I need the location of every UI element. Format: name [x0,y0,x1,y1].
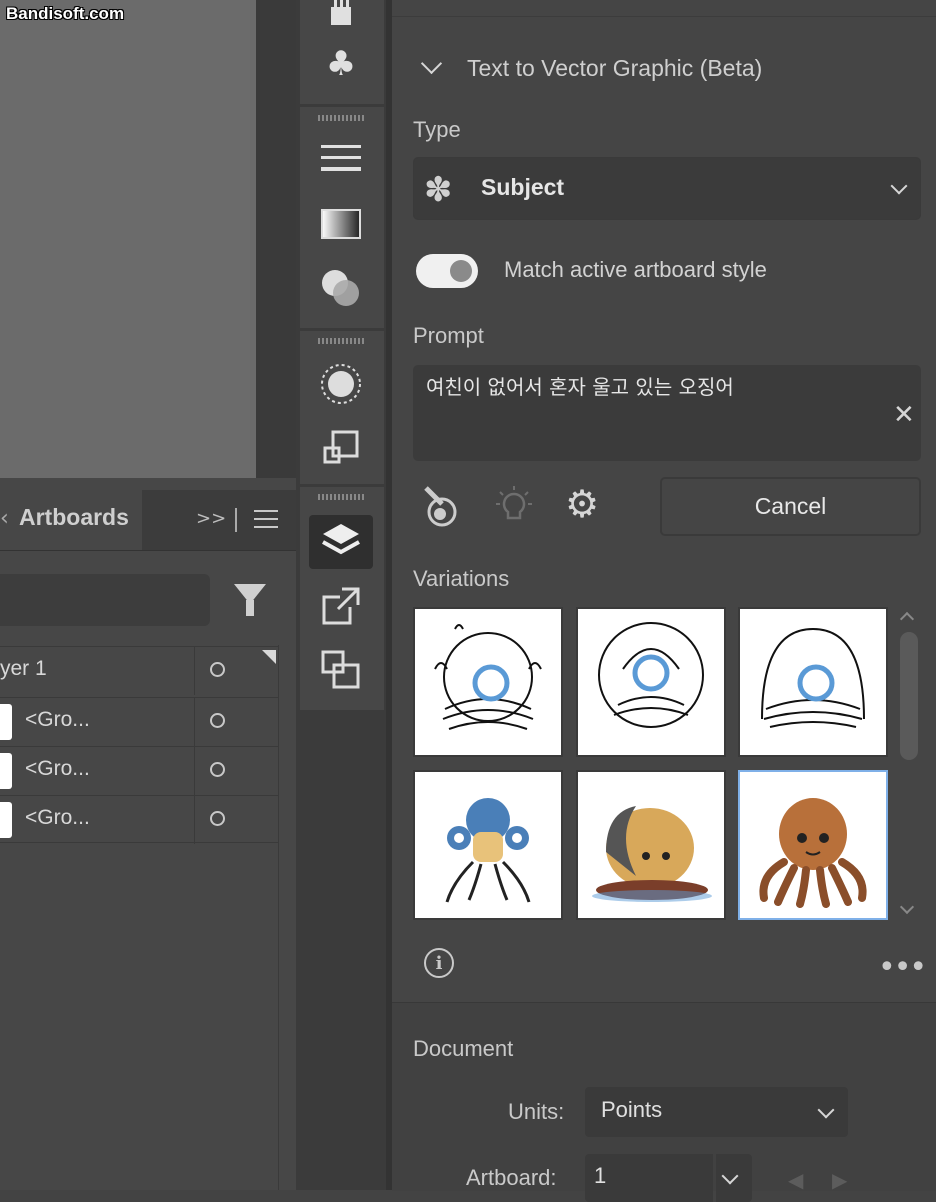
info-icon[interactable]: i [424,948,454,978]
tab-divider [235,508,237,532]
subject-icon: ✽ [424,170,453,210]
transform-icon[interactable] [318,426,364,470]
layer-name: yer 1 [0,657,47,680]
style-picker-icon[interactable] [420,484,464,537]
gear-icon[interactable]: ⚙ [565,482,599,526]
scroll-down-icon[interactable] [899,899,915,915]
artboard-canvas[interactable] [0,0,256,478]
row-divider [194,747,195,795]
sublayer-name: <Gro... [25,757,90,780]
row-divider [194,698,195,746]
gradient-icon[interactable] [318,202,364,246]
transparency-icon[interactable] [318,266,364,310]
document-title: Document [413,1036,514,1061]
lightbulb-icon [494,484,534,537]
target-circle-icon[interactable] [210,811,225,826]
row-divider [194,796,195,844]
dock-separator [300,328,384,331]
previous-artboard-icon[interactable]: ◀ [788,1168,803,1192]
layers-search-input[interactable] [0,574,210,626]
row-divider [0,842,278,843]
export-icon[interactable] [318,584,364,628]
scrollbar-thumb[interactable] [900,632,918,760]
appearance-icon[interactable] [318,362,364,406]
canvas-pasteboard [256,0,296,478]
more-options-icon[interactable]: ••• [878,950,927,985]
type-selected-value: Subject [481,174,565,200]
variation-tile[interactable] [413,607,563,757]
clear-icon[interactable]: ✕ [893,400,915,430]
dock-separator [300,484,384,487]
artboard-label: Artboard: [466,1165,557,1190]
row-divider [194,647,195,695]
tab-scroll-left-icon[interactable]: ‹ [0,506,9,531]
next-artboard-icon[interactable]: ▶ [832,1168,847,1192]
sublayer-name: <Gro... [25,806,90,829]
units-value: Points [601,1097,663,1122]
target-circle-icon[interactable] [210,762,225,777]
toggle-knob [450,260,472,282]
symbols-icon[interactable]: ♣ [318,42,364,86]
layer-thumbnail [0,704,12,740]
artboard-value[interactable]: 1 [594,1163,606,1189]
layer-thumbnail [0,802,12,838]
filter-icon-stem [246,600,254,616]
variation-tile[interactable] [413,770,563,920]
sublayer-row[interactable]: <Gro... [0,795,278,844]
sublayer-name: <Gro... [25,708,90,731]
dock-separator [300,104,384,107]
units-label: Units: [508,1099,565,1124]
variations-label: Variations [413,566,510,591]
watermark: Bandisoft.com [6,4,125,23]
sublayer-row[interactable]: <Gro... [0,746,278,795]
brush-icon[interactable] [318,0,364,34]
panel-divider [392,16,936,17]
variation-tile[interactable] [738,607,888,757]
target-circle-icon[interactable] [210,662,225,677]
prompt-label: Prompt [413,323,484,348]
cancel-button[interactable]: Cancel [660,477,921,536]
panel-border [278,645,279,1190]
scroll-up-icon[interactable] [899,611,915,627]
section-title[interactable]: Text to Vector Graphic (Beta) [467,55,762,82]
artboards-icon[interactable] [318,648,364,692]
panel-menu-icon[interactable] [254,510,278,534]
layer-row[interactable]: yer 1 [0,646,278,695]
selection-indicator-icon [262,650,276,664]
sublayer-row[interactable]: <Gro... [0,697,278,746]
variation-tile-selected[interactable] [738,770,888,920]
dock-grip[interactable] [318,115,364,121]
layer-thumbnail [0,753,12,789]
target-circle-icon[interactable] [210,713,225,728]
toggle-label: Match active artboard style [504,257,767,282]
layers-icon[interactable] [318,520,364,564]
stroke-icon[interactable] [318,136,364,180]
dock-grip[interactable] [318,494,364,500]
expand-panel-icon[interactable]: >> [196,508,226,529]
dock-grip[interactable] [318,338,364,344]
variation-tile[interactable] [576,770,726,920]
type-label: Type [413,117,461,142]
tab-artboards-label[interactable]: Artboards [19,504,129,531]
prompt-text[interactable]: 여친이 없어서 혼자 울고 있는 오징어 [426,371,734,400]
variation-tile[interactable] [576,607,726,757]
